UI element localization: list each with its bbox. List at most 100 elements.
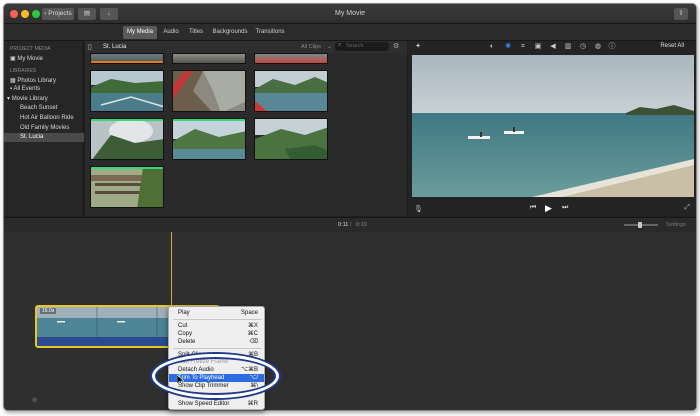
clip-thumbnail[interactable] (90, 166, 164, 208)
clip-filter-icon[interactable]: ◍ (594, 43, 602, 51)
preview-frame-image (412, 55, 694, 197)
tab-audio[interactable]: Audio (160, 26, 182, 39)
crop-icon[interactable]: ⌗ (519, 43, 527, 51)
filter-chevron-icon: ⌄ (327, 44, 333, 50)
media-browser: ▯ St. Lucia All Clips ⌄ ⌕ Search ⚙ (85, 41, 407, 216)
volume-icon[interactable]: ◀ (549, 43, 557, 51)
clip-thumbnail[interactable] (254, 53, 328, 64)
microphone-icon[interactable]: 🎙 (414, 205, 423, 213)
event-title: St. Lucia (103, 44, 127, 50)
libraries-sidebar: PROJECT MEDIA ▣ My Movie LIBRARIES ▦ Pho… (4, 41, 84, 216)
sidebar-item-st-lucia[interactable]: St. Lucia (20, 134, 43, 140)
browser-header: ▯ St. Lucia All Clips ⌄ ⌕ Search ⚙ (85, 41, 407, 53)
mouse-pointer-icon (177, 375, 184, 385)
current-time: 0:11 (338, 222, 349, 228)
tab-my-media[interactable]: My Media (123, 26, 157, 39)
menu-item-show-speed-editor-label: Show Speed Editor (178, 401, 230, 407)
window-title: My Movie (335, 10, 365, 17)
title-bar: ‹ Projects ▤ ↓ My Movie ⇧ (4, 4, 696, 24)
menu-separator (173, 319, 262, 320)
clip-thumbnail[interactable] (90, 70, 164, 112)
color-balance-icon[interactable]: ◐ (488, 43, 496, 51)
libraries-heading: LIBRARIES (10, 68, 37, 74)
clip-thumbnail[interactable] (172, 53, 246, 64)
noise-reduction-icon[interactable]: ▥ (564, 43, 572, 51)
menu-item-play[interactable]: Play Space (169, 309, 264, 317)
sidebar-item-my-movie-label: My Movie (17, 56, 44, 62)
total-time: 0:19 (356, 222, 367, 228)
sidebar-item-all-events[interactable]: ▪ All Events (10, 86, 40, 92)
timeline-panel: 0:11 / 0:19 Settings 16.0s (4, 217, 696, 410)
menu-item-cut[interactable]: Cut ⌘X (169, 322, 264, 330)
menu-item-cut-label: Cut (178, 323, 188, 329)
clip-thumbnail[interactable] (172, 118, 246, 160)
share-icon: ⇧ (678, 10, 684, 17)
clip-thumbnail-image (91, 119, 163, 159)
tab-transitions[interactable]: Transitions (254, 26, 286, 39)
browser-tab-bar: My Media Audio Titles Backgrounds Transi… (4, 24, 696, 41)
sidebar-item-movie-library[interactable]: ▾ Movie Library (7, 95, 48, 102)
audio-settings-icon[interactable]: ⚙ (32, 397, 37, 404)
sidebar-item-beach-sunset[interactable]: Beach Sunset (20, 105, 57, 111)
menu-item-copy-shortcut: ⌘C (247, 331, 258, 337)
clip-thumbnail[interactable] (90, 118, 164, 160)
sidebar-item-old-family-movies[interactable]: Old Family Movies (20, 125, 69, 131)
clip-thumbnail-image (173, 119, 245, 159)
zoom-slider[interactable] (624, 222, 658, 228)
search-placeholder: Search (346, 43, 364, 49)
info-icon[interactable]: ⓘ (608, 43, 616, 51)
menu-item-cut-shortcut: ⌘X (247, 323, 258, 329)
skip-back-icon[interactable]: ⏮ (530, 204, 536, 212)
clip-thumbnail[interactable] (90, 53, 164, 64)
sidebar-item-photos-library[interactable]: ▦ Photos Library (10, 77, 56, 84)
used-clip-bar (91, 61, 163, 63)
timeline-settings-button[interactable]: Settings (666, 222, 686, 228)
menu-item-delete-label: Delete (178, 339, 196, 345)
sidebar-selection-highlight (4, 133, 84, 142)
menu-item-play-shortcut: Space (240, 310, 258, 316)
menu-item-delete-shortcut: ⌫ (249, 339, 258, 345)
play-icon[interactable]: ▶ (545, 203, 552, 214)
search-field[interactable]: ⌕ Search (335, 42, 389, 51)
menu-item-delete[interactable]: Delete ⌫ (169, 338, 264, 346)
video-preview (412, 55, 694, 197)
menu-item-show-speed-editor[interactable]: Show Speed Editor ⌘R (169, 400, 264, 408)
adjustment-toolbar: ✦ ◐ ✺ ⌗ ▣ ◀ ▥ ◷ ◍ ⓘ Reset All (408, 41, 696, 53)
zoom-slider-knob[interactable] (638, 222, 642, 228)
sidebar-item-my-movie[interactable]: ▣ My Movie (10, 55, 43, 62)
menu-item-copy[interactable]: Copy ⌘C (169, 330, 264, 338)
magic-wand-icon[interactable]: ✦ (414, 43, 422, 51)
fullscreen-icon[interactable]: ⤢ (684, 204, 690, 212)
clip-thumbnail-image (255, 71, 327, 111)
menu-item-copy-label: Copy (178, 331, 193, 337)
highlight-annotation-ring (152, 354, 279, 398)
sidebar-item-movie-library-label: Movie Library (11, 96, 48, 102)
timeline-header: 0:11 / 0:19 Settings (4, 218, 696, 232)
viewer-panel: ✦ ◐ ✺ ⌗ ▣ ◀ ▥ ◷ ◍ ⓘ Reset All 🎙 ⏮ ▶ ⏭ ⤢ (408, 41, 696, 216)
browser-settings-gear-icon[interactable]: ⚙ (393, 42, 399, 50)
clip-thumbnail-image (255, 119, 327, 159)
speed-icon[interactable]: ◷ (579, 43, 587, 51)
color-correction-icon[interactable]: ✺ (504, 43, 512, 51)
tab-titles[interactable]: Titles (185, 26, 207, 39)
sidebar-item-photos-library-label: Photos Library (17, 78, 57, 84)
search-icon: ⌕ (338, 42, 342, 48)
clip-thumbnail-image (91, 167, 163, 207)
clip-thumbnail[interactable] (254, 118, 328, 160)
clip-thumbnail[interactable] (172, 70, 246, 112)
clip-filter-select[interactable]: All Clips (301, 44, 321, 50)
stabilization-icon[interactable]: ▣ (534, 43, 542, 51)
sidebar-toggle-icon[interactable]: ▯ (88, 43, 92, 51)
tab-backgrounds[interactable]: Backgrounds (210, 26, 250, 39)
skip-forward-icon[interactable]: ⏭ (562, 204, 568, 212)
sidebar-item-hot-air-balloon-ride[interactable]: Hot Air Balloon Ride (20, 115, 74, 121)
menu-item-show-speed-editor-shortcut: ⌘R (247, 401, 258, 407)
reset-all-button[interactable]: Reset All (660, 43, 684, 49)
time-separator: / (350, 222, 352, 228)
clip-thumbnail-image (91, 71, 163, 111)
share-button[interactable]: ⇧ (674, 8, 688, 20)
menu-item-play-label: Play (178, 310, 190, 316)
sidebar-item-all-events-label: All Events (13, 86, 41, 92)
clip-thumbnail[interactable] (254, 70, 328, 112)
menu-separator (173, 348, 262, 349)
